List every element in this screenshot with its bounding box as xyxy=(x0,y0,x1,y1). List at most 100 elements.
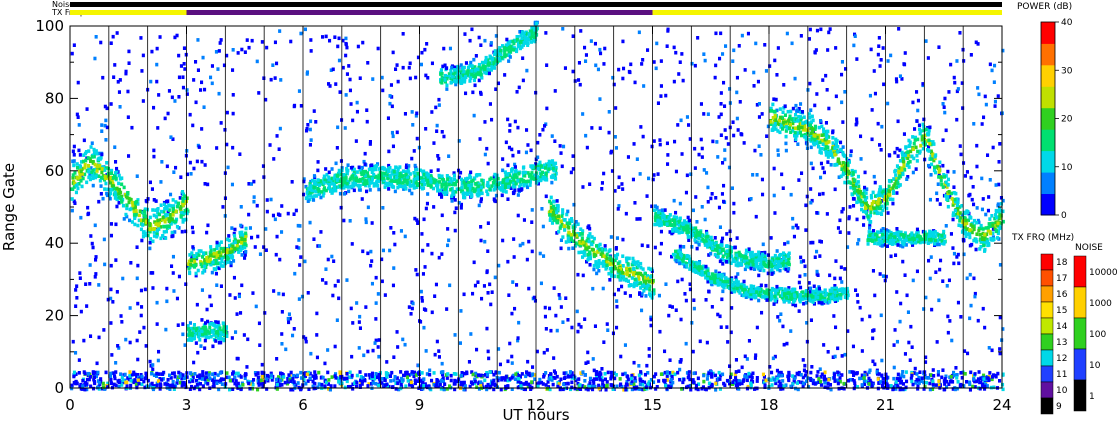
heatmap-cell xyxy=(822,377,826,382)
heatmap-cell xyxy=(252,179,256,184)
heatmap-cell xyxy=(126,115,130,119)
heatmap-cell xyxy=(155,46,159,51)
heatmap-cell xyxy=(85,107,89,111)
heatmap-cell xyxy=(345,181,349,186)
heatmap-cell xyxy=(100,129,104,133)
heatmap-cell xyxy=(350,354,354,359)
heatmap-cell xyxy=(242,333,246,337)
heatmap-cell xyxy=(388,166,392,170)
heatmap-cell xyxy=(304,339,308,344)
heatmap-cell xyxy=(988,371,992,375)
heatmap-cell xyxy=(203,264,207,269)
heatmap-cell xyxy=(254,304,258,309)
heatmap-cell xyxy=(322,181,326,185)
heatmap-cell xyxy=(195,383,199,387)
heatmap-cell xyxy=(100,167,104,171)
heatmap-cell xyxy=(544,31,548,35)
heatmap-cell xyxy=(685,115,689,119)
heatmap-cell xyxy=(887,153,891,157)
heatmap-cell xyxy=(148,215,152,220)
heatmap-cell xyxy=(196,350,200,355)
heatmap-cell xyxy=(616,207,620,211)
heatmap-cell xyxy=(440,252,444,256)
heatmap-cell xyxy=(166,378,170,382)
heatmap-cell xyxy=(472,113,476,118)
heatmap-cell xyxy=(469,175,473,180)
heatmap-cell xyxy=(278,257,282,262)
heatmap-cell xyxy=(129,261,133,265)
heatmap-cell xyxy=(370,180,374,185)
heatmap-cell xyxy=(480,296,484,301)
heatmap-cell xyxy=(401,337,405,342)
heatmap-cell xyxy=(159,180,163,184)
heatmap-cell xyxy=(181,190,185,194)
heatmap-cell xyxy=(86,371,90,376)
heatmap-cell xyxy=(515,283,519,287)
heatmap-cell xyxy=(208,325,212,330)
heatmap-cell xyxy=(118,105,122,109)
heatmap-cell xyxy=(628,294,632,298)
heatmap-cell xyxy=(956,87,960,91)
heatmap-cell xyxy=(214,339,218,343)
heatmap-cell xyxy=(672,198,676,203)
heatmap-cell xyxy=(838,276,842,281)
heatmap-cell xyxy=(833,276,837,281)
heatmap-cell xyxy=(815,92,819,96)
heatmap-cell xyxy=(598,47,602,52)
heatmap-cell xyxy=(693,166,697,170)
heatmap-cell xyxy=(200,159,204,164)
heatmap-cell xyxy=(879,58,883,62)
heatmap-cell xyxy=(259,378,263,383)
heatmap-cell xyxy=(603,377,607,382)
heatmap-cell xyxy=(343,126,347,130)
heatmap-cell xyxy=(340,183,344,187)
heatmap-cell xyxy=(358,76,362,80)
heatmap-cell xyxy=(840,100,844,105)
heatmap-cell xyxy=(870,108,874,112)
heatmap-cell xyxy=(151,227,155,231)
heatmap-cell xyxy=(975,206,979,210)
heatmap-cell xyxy=(316,178,320,182)
heatmap-cell xyxy=(803,264,807,269)
heatmap-cell xyxy=(392,266,396,270)
heatmap-cell xyxy=(506,163,510,168)
heatmap-cell xyxy=(713,75,717,80)
heatmap-cell xyxy=(184,385,188,390)
heatmap-cell xyxy=(358,183,362,188)
heatmap-cell xyxy=(705,377,709,381)
heatmap-cell xyxy=(95,361,99,366)
heatmap-cell xyxy=(370,221,374,225)
heatmap-cell xyxy=(333,283,337,288)
heatmap-cell xyxy=(700,205,704,209)
heatmap-cell xyxy=(614,146,618,150)
heatmap-cell xyxy=(422,307,426,311)
heatmap-cell xyxy=(428,368,432,373)
heatmap-cell xyxy=(366,384,370,388)
heatmap-cell xyxy=(531,365,535,369)
heatmap-cell xyxy=(723,157,727,162)
heatmap-cell xyxy=(327,378,331,382)
heatmap-cell xyxy=(383,185,387,189)
heatmap-cell xyxy=(880,358,884,363)
heatmap-cell xyxy=(464,91,468,96)
heatmap-cell xyxy=(469,332,473,336)
heatmap-cell xyxy=(980,176,984,181)
heatmap-cell xyxy=(328,84,332,88)
heatmap-cell xyxy=(218,371,222,375)
heatmap-cell xyxy=(117,90,121,94)
heatmap-cell xyxy=(160,160,164,164)
heatmap-cell xyxy=(381,206,385,210)
heatmap-cell xyxy=(333,35,337,39)
heatmap-cell xyxy=(337,380,341,384)
heatmap-cell xyxy=(370,259,374,263)
heatmap-cell xyxy=(589,39,593,43)
heatmap-cell xyxy=(508,129,512,133)
heatmap-cell xyxy=(233,227,237,232)
heatmap-cell xyxy=(247,381,251,386)
heatmap-cell xyxy=(972,276,976,281)
heatmap-cell xyxy=(308,376,312,381)
heatmap-cell xyxy=(377,338,381,342)
heatmap-cell xyxy=(601,286,605,291)
heatmap-cell xyxy=(828,273,832,278)
heatmap-cell xyxy=(991,145,995,150)
